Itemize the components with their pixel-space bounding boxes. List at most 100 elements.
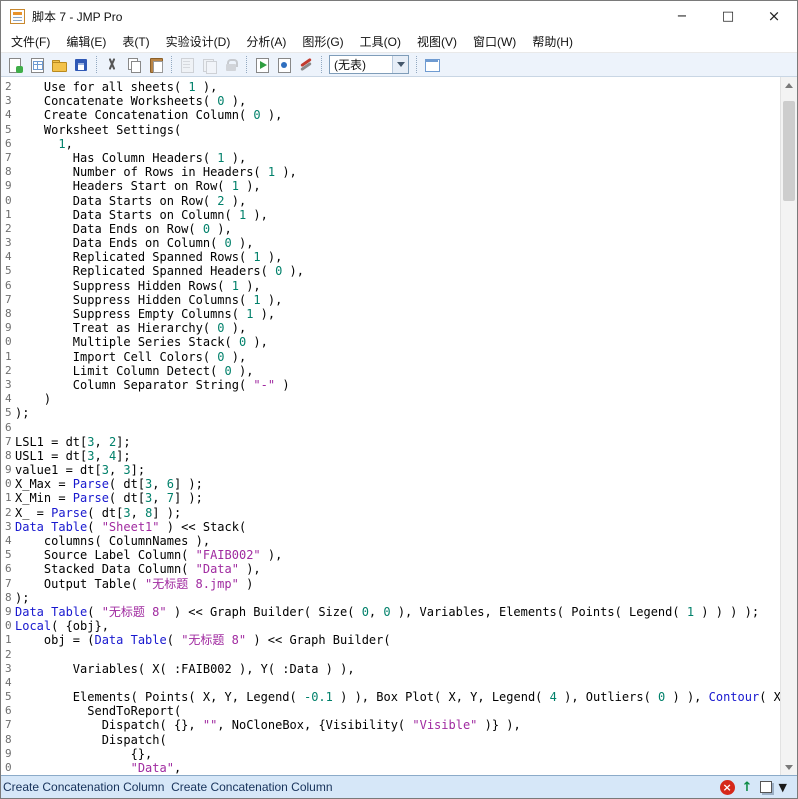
scrollbar-thumb[interactable]	[783, 101, 795, 201]
code-line[interactable]: 7 LSL1 = dt[3, 2];	[1, 435, 780, 449]
code-line[interactable]: 2	[1, 648, 780, 662]
tools-icon	[298, 57, 314, 73]
code-line[interactable]: 4 columns( ColumnNames ),	[1, 534, 780, 548]
window-icon[interactable]	[759, 781, 772, 793]
code-line[interactable]: 6 Stacked Data Column( "Data" ),	[1, 562, 780, 576]
menu-item[interactable]: 文件(F)	[3, 31, 58, 52]
code-line[interactable]: 7 Output Table( "无标题 8.jmp" )	[1, 577, 780, 591]
menu-item[interactable]: 图形(G)	[294, 31, 351, 52]
cut-icon-button[interactable]	[101, 54, 123, 76]
code-line[interactable]: 9 {},	[1, 747, 780, 761]
scroll-to-top-icon[interactable]: ↑	[742, 780, 753, 795]
code-line[interactable]: 2 Use for all sheets( 1 ),	[1, 80, 780, 94]
code-line[interactable]: 7 Has Column Headers( 1 ),	[1, 151, 780, 165]
tools-icon-button[interactable]	[295, 54, 317, 76]
code-line[interactable]: 1 X_Min = Parse( dt[3, 7] );	[1, 491, 780, 505]
code-line[interactable]: 3 Data Ends on Column( 0 ),	[1, 236, 780, 250]
table-select-value: (无表)	[334, 58, 366, 72]
code-text: Data Table( "无标题 8" ) << Graph Builder( …	[15, 604, 760, 619]
code-line[interactable]: 5);	[1, 406, 780, 420]
save-icon-button[interactable]	[70, 54, 92, 76]
line-number: 7	[5, 718, 12, 732]
code-line[interactable]: 2 X_ = Parse( dt[3, 8] );	[1, 506, 780, 520]
code-line[interactable]: 6 SendToReport(	[1, 704, 780, 718]
code-text: Create Concatenation Column( 0 ),	[15, 108, 283, 123]
open-icon-button[interactable]	[48, 54, 70, 76]
chevron-down-icon[interactable]	[392, 56, 408, 73]
print-icon	[179, 57, 195, 73]
debug-script-icon-button[interactable]	[273, 54, 295, 76]
line-number: 6	[5, 562, 12, 576]
code-line[interactable]: 7 Dispatch( {}, "", NoCloneBox, {Visibil…	[1, 718, 780, 732]
code-line[interactable]: 1 obj = (Data Table( "无标题 8" ) << Graph …	[1, 633, 780, 647]
close-button[interactable]: ×	[751, 1, 797, 31]
vertical-scrollbar[interactable]	[780, 77, 797, 775]
code-line[interactable]: 8 Dispatch(	[1, 733, 780, 747]
code-line[interactable]: 9 Headers Start on Row( 1 ),	[1, 179, 780, 193]
code-line[interactable]: 7 Suppress Hidden Columns( 1 ),	[1, 293, 780, 307]
code-text: Data Starts on Column( 1 ),	[15, 207, 268, 222]
code-line[interactable]: 3 Concatenate Worksheets( 0 ),	[1, 94, 780, 108]
code-line[interactable]: 3 Column Separator String( "-" )	[1, 378, 780, 392]
code-line[interactable]: 0 Data Starts on Row( 2 ),	[1, 194, 780, 208]
code-line[interactable]: 8 USL1 = dt[3, 4];	[1, 449, 780, 463]
code-line[interactable]: 1 Data Starts on Column( 1 ),	[1, 208, 780, 222]
line-number: 9	[5, 746, 12, 760]
code-line[interactable]: 8 Number of Rows in Headers( 1 ),	[1, 165, 780, 179]
menu-item[interactable]: 帮助(H)	[524, 31, 581, 52]
code-line[interactable]: 4 )	[1, 392, 780, 406]
code-line[interactable]: 6 1,	[1, 137, 780, 151]
menu-item[interactable]: 实验设计(D)	[158, 31, 239, 52]
menu-item[interactable]: 分析(A)	[238, 31, 294, 52]
code-line[interactable]: 0 "Data",	[1, 761, 780, 775]
code-line[interactable]: 4 Create Concatenation Column( 0 ),	[1, 108, 780, 122]
menu-item[interactable]: 视图(V)	[409, 31, 465, 52]
code-text: Replicated Spanned Headers( 0 ),	[15, 264, 305, 279]
code-line[interactable]: 4	[1, 676, 780, 690]
line-number: 2	[5, 363, 12, 377]
code-line[interactable]: 6 Suppress Hidden Rows( 1 ),	[1, 279, 780, 293]
code-line[interactable]: 0 Local( {obj},	[1, 619, 780, 633]
menu-item[interactable]: 编辑(E)	[58, 31, 114, 52]
minimize-button[interactable]: −	[659, 1, 705, 31]
code-line[interactable]: 9 Treat as Hierarchy( 0 ),	[1, 321, 780, 335]
data-table-window-icon-button[interactable]	[421, 54, 443, 76]
code-area[interactable]: 2 Use for all sheets( 1 ), 3 Concatenate …	[1, 77, 780, 775]
error-log-icon[interactable]: ×	[719, 779, 735, 795]
code-line[interactable]: 2 Limit Column Detect( 0 ),	[1, 364, 780, 378]
code-line[interactable]: 9 Data Table( "无标题 8" ) << Graph Builder(…	[1, 605, 780, 619]
code-line[interactable]: 8);	[1, 591, 780, 605]
code-line[interactable]: 9 value1 = dt[3, 3];	[1, 463, 780, 477]
table-select-dropdown[interactable]: (无表)	[329, 55, 409, 74]
code-line[interactable]: 1 Import Cell Colors( 0 ),	[1, 350, 780, 364]
code-line[interactable]: 3 Variables( X( :FAIB002 ), Y( :Data ) )…	[1, 662, 780, 676]
line-number: 0	[5, 761, 12, 774]
code-line[interactable]: 0 X_Max = Parse( dt[3, 6] );	[1, 477, 780, 491]
menu-item[interactable]: 工具(O)	[352, 31, 409, 52]
line-number: 8	[5, 165, 12, 179]
new-data-table-icon-button[interactable]	[26, 54, 48, 76]
line-number: 3	[5, 377, 12, 391]
code-line[interactable]: 5 Replicated Spanned Headers( 0 ),	[1, 264, 780, 278]
line-number: 2	[5, 221, 12, 235]
menu-item[interactable]: 窗口(W)	[465, 31, 524, 52]
code-line[interactable]: 6	[1, 421, 780, 435]
menu-item[interactable]: 表(T)	[114, 31, 157, 52]
code-line[interactable]: 5 Worksheet Settings(	[1, 123, 780, 137]
code-line[interactable]: 3 Data Table( "Sheet1" ) << Stack(	[1, 520, 780, 534]
run-script-icon-button[interactable]	[251, 54, 273, 76]
scroll-down-arrow-icon[interactable]	[781, 759, 797, 775]
code-line[interactable]: 4 Replicated Spanned Rows( 1 ),	[1, 250, 780, 264]
code-line[interactable]: 8 Suppress Empty Columns( 1 ),	[1, 307, 780, 321]
new-script-icon-button[interactable]	[4, 54, 26, 76]
copy-icon-button[interactable]	[123, 54, 145, 76]
code-line[interactable]: 0 Multiple Series Stack( 0 ),	[1, 335, 780, 349]
maximize-button[interactable]: □	[705, 1, 751, 31]
code-line[interactable]: 5 Source Label Column( "FAIB002" ),	[1, 548, 780, 562]
more-options-icon[interactable]: ▼	[779, 781, 787, 794]
scroll-up-arrow-icon[interactable]	[781, 77, 797, 93]
code-line[interactable]: 5 Elements( Points( X, Y, Legend( -0.1 )…	[1, 690, 780, 704]
paste-icon-button[interactable]	[145, 54, 167, 76]
line-number: 3	[5, 236, 12, 250]
code-line[interactable]: 2 Data Ends on Row( 0 ),	[1, 222, 780, 236]
